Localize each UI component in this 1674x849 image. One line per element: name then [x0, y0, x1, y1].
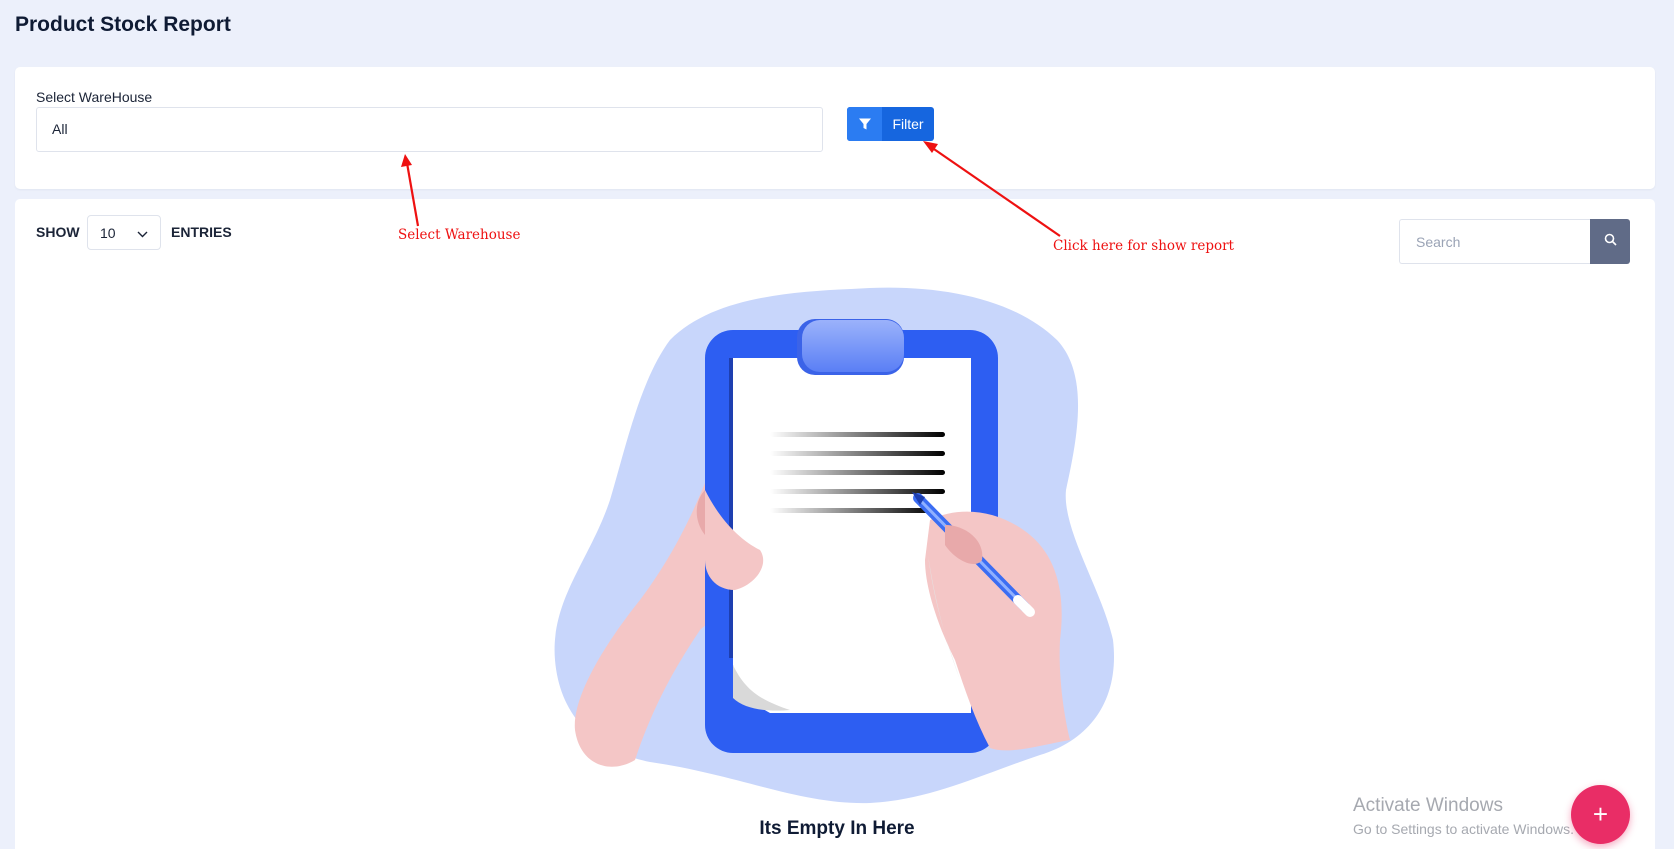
annotation-select-warehouse: Select Warehouse	[398, 227, 521, 243]
add-fab-button[interactable]: +	[1571, 785, 1630, 844]
annotation-click-filter: Click here for show report	[1053, 238, 1234, 254]
watermark-title: Activate Windows	[1353, 795, 1503, 816]
windows-activation-watermark: Activate Windows Go to Settings to activ…	[1353, 795, 1574, 837]
plus-icon: +	[1592, 799, 1609, 829]
empty-state-illustration	[401, 141, 1115, 804]
watermark-subtitle: Go to Settings to activate Windows.	[1353, 821, 1574, 837]
